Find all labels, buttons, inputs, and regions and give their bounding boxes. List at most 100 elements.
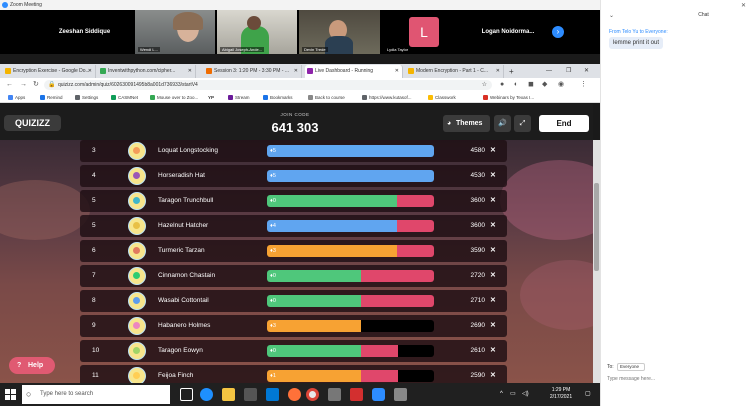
network-icon[interactable]: ▭ bbox=[510, 383, 516, 406]
back-icon[interactable]: ← bbox=[6, 78, 13, 92]
edge-icon[interactable] bbox=[200, 388, 213, 401]
file-explorer-icon[interactable] bbox=[222, 388, 235, 401]
tab-close-icon[interactable]: ✕ bbox=[395, 65, 399, 78]
join-code-label: JOIN CODE bbox=[280, 112, 310, 117]
app-icon[interactable] bbox=[394, 388, 407, 401]
tab-close-icon[interactable]: ✕ bbox=[294, 65, 298, 78]
bookmark[interactable]: YP bbox=[208, 92, 214, 103]
extension-icon[interactable]: ◐ bbox=[514, 78, 518, 92]
extension-icon[interactable]: ◼ bbox=[528, 78, 534, 92]
bookmark[interactable]: https://www.kutasof... bbox=[362, 92, 412, 103]
remove-player-icon[interactable]: ✕ bbox=[490, 315, 496, 337]
menu-icon[interactable]: ⋮ bbox=[580, 78, 587, 92]
streak-value: 0 bbox=[272, 273, 276, 279]
themes-button[interactable]: ◕ Themes bbox=[443, 115, 490, 132]
profile-icon[interactable]: ◉ bbox=[558, 78, 564, 92]
bookmark[interactable]: Apps bbox=[8, 92, 25, 103]
bookmark[interactable]: Webinars by Texas I... bbox=[483, 92, 534, 103]
next-participants-button[interactable]: › bbox=[552, 26, 564, 38]
bookmarks-bar: Apps Remind Settings CASMNet Mouse over … bbox=[0, 92, 600, 103]
extension-icon[interactable]: ● bbox=[500, 78, 504, 92]
player-rank: 6 bbox=[92, 247, 96, 254]
streak-count: ♦0 bbox=[270, 273, 276, 279]
taskbar-search[interactable]: ○ Type here to search bbox=[22, 385, 170, 404]
avatar-icon bbox=[133, 197, 140, 204]
app-icon[interactable] bbox=[328, 388, 341, 401]
zoom-chat-panel: ✕ ⌄ Chat From Telo Yu to Everyone: lemme… bbox=[600, 0, 750, 406]
participant-video[interactable]: Wendi L... bbox=[135, 10, 215, 54]
help-icon: ? bbox=[17, 362, 22, 369]
browser-tab[interactable]: Modern Encryption - Part 1 - C... ✕ bbox=[406, 65, 504, 78]
browser-tab[interactable]: Encryption Exercise - Google Do... ✕ bbox=[3, 65, 96, 78]
remove-player-icon[interactable]: ✕ bbox=[490, 190, 496, 212]
screen: Zoom Meeting Zeeshan Siddique Wendi L...… bbox=[0, 0, 750, 406]
help-button[interactable]: ? Help bbox=[9, 357, 55, 374]
new-tab-button[interactable]: + bbox=[506, 65, 518, 78]
end-button[interactable]: End bbox=[539, 115, 589, 132]
tab-close-icon[interactable]: ✕ bbox=[496, 65, 500, 78]
tab-close-icon[interactable]: ✕ bbox=[88, 65, 92, 78]
taskbar-clock[interactable]: 1:29 PM 2/17/2021 bbox=[541, 387, 581, 401]
bookmark[interactable]: Remind bbox=[40, 92, 63, 103]
chat-message-input[interactable] bbox=[607, 375, 745, 383]
close-icon[interactable]: ✕ bbox=[741, 2, 746, 9]
player-avatar bbox=[128, 292, 146, 310]
participant-tile[interactable]: Logan Noidorma... bbox=[466, 10, 550, 54]
browser-tab[interactable]: Inventwithpython.com/cipher... ✕ bbox=[98, 65, 196, 78]
sound-icon[interactable]: 🔊 bbox=[494, 115, 511, 132]
acrobat-icon[interactable] bbox=[350, 388, 363, 401]
participant-caption: Devin Trede bbox=[302, 47, 328, 52]
maximize-icon[interactable]: ❐ bbox=[566, 64, 571, 78]
remove-player-icon[interactable]: ✕ bbox=[490, 165, 496, 187]
bookmark[interactable]: Stream bbox=[228, 92, 250, 103]
participant-video[interactable]: Abigail Joseph-Ande... bbox=[217, 10, 297, 54]
browser-tab-active[interactable]: Live Dashboard - Running ✕ bbox=[305, 65, 403, 78]
firefox-icon[interactable] bbox=[288, 388, 301, 401]
bookmark-label: Webinars by Texas I... bbox=[490, 95, 535, 100]
participant-tile[interactable]: Zeeshan Siddique bbox=[37, 10, 132, 54]
quizizz-logo[interactable]: QUIZIZZ bbox=[4, 115, 61, 131]
zoom-icon[interactable] bbox=[372, 388, 385, 401]
tray-chevron-icon[interactable]: ^ bbox=[500, 383, 503, 406]
chat-recipient-select[interactable]: Everyone bbox=[617, 363, 645, 371]
participant-video[interactable]: Devin Trede bbox=[299, 10, 380, 54]
remove-player-icon[interactable]: ✕ bbox=[490, 365, 496, 383]
url-field[interactable]: 🔒 quizizz.com/admin/quiz/602630091495b8a… bbox=[44, 80, 492, 90]
windows-start-icon[interactable] bbox=[5, 389, 16, 400]
remove-player-icon[interactable]: ✕ bbox=[490, 265, 496, 287]
player-avatar bbox=[128, 317, 146, 335]
reload-icon[interactable]: ↻ bbox=[33, 78, 39, 92]
avatar-icon bbox=[133, 322, 140, 329]
task-view-icon[interactable] bbox=[180, 388, 193, 401]
tab-close-icon[interactable]: ✕ bbox=[188, 65, 192, 78]
minimize-icon[interactable]: — bbox=[546, 64, 552, 78]
chrome-icon[interactable] bbox=[306, 388, 319, 401]
avatar-icon bbox=[133, 347, 140, 354]
bookmark[interactable]: CASMNet bbox=[111, 92, 138, 103]
remove-player-icon[interactable]: ✕ bbox=[490, 290, 496, 312]
bookmark[interactable]: Bookmarks bbox=[263, 92, 293, 103]
bookmark[interactable]: Classwork bbox=[428, 92, 456, 103]
browser-tab[interactable]: Session 3: 1:20 PM - 3:30 PM - ... ✕ bbox=[204, 65, 302, 78]
participant-tile[interactable]: L Lydia Taylor bbox=[382, 10, 464, 54]
remove-player-icon[interactable]: ✕ bbox=[490, 140, 496, 162]
extension-icon[interactable]: ◆ bbox=[542, 78, 547, 92]
fullscreen-icon[interactable]: ⤢ bbox=[514, 115, 531, 132]
remove-player-icon[interactable]: ✕ bbox=[490, 215, 496, 237]
bookmark[interactable]: Back to course bbox=[308, 92, 345, 103]
remove-player-icon[interactable]: ✕ bbox=[490, 240, 496, 262]
bookmark[interactable]: Settings bbox=[75, 92, 98, 103]
mail-icon[interactable] bbox=[266, 388, 279, 401]
volume-icon[interactable]: ◁) bbox=[522, 383, 529, 406]
streak-value: 1 bbox=[272, 373, 276, 379]
scrollbar-thumb[interactable] bbox=[594, 183, 599, 271]
store-icon[interactable] bbox=[244, 388, 257, 401]
forward-icon[interactable]: → bbox=[20, 78, 27, 92]
bookmark[interactable]: Mouse over to Zoo... bbox=[150, 92, 198, 103]
globe-icon bbox=[362, 95, 367, 100]
star-icon[interactable]: ☆ bbox=[482, 80, 487, 90]
remove-player-icon[interactable]: ✕ bbox=[490, 340, 496, 362]
close-window-icon[interactable]: ✕ bbox=[584, 64, 589, 78]
notifications-icon[interactable]: ▢ bbox=[585, 383, 591, 406]
leaderboard-row: 7 Cinnamon Chastain ♦0 2720 ✕ bbox=[80, 265, 507, 287]
